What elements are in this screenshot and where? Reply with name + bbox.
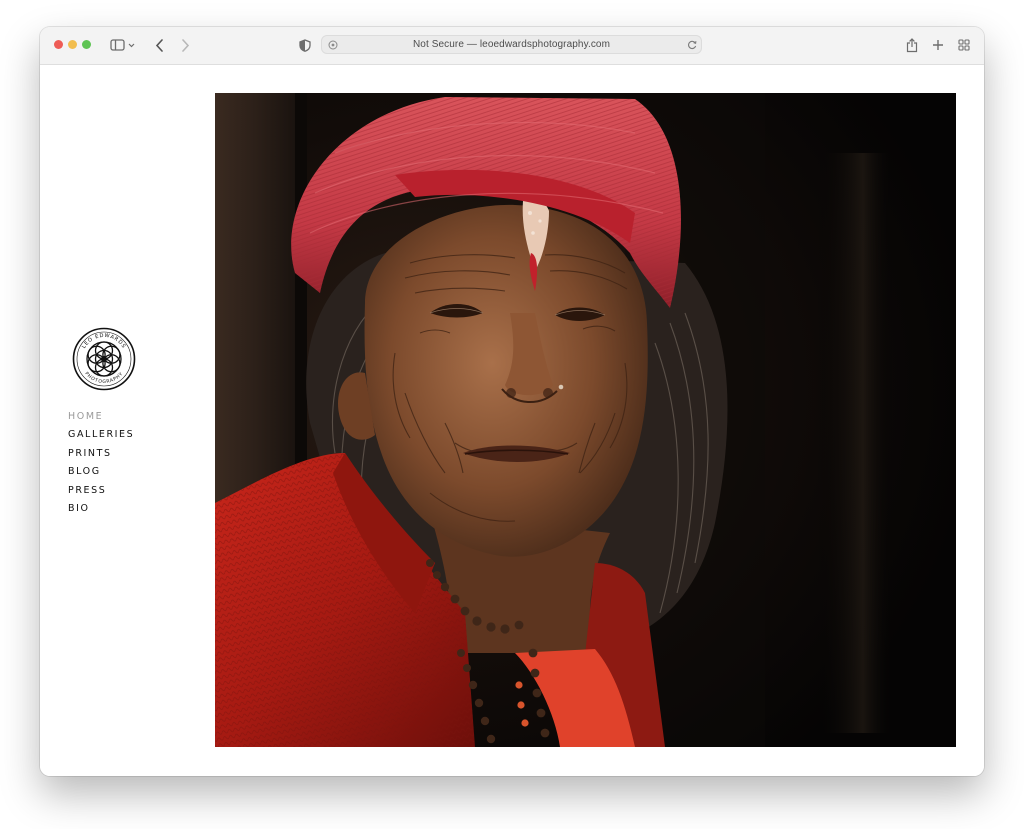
privacy-report-button[interactable] (298, 36, 312, 54)
portrait-image (215, 93, 956, 747)
browser-window: Not Secure — leoedwardsphotography.com L… (40, 27, 984, 776)
chevron-left-icon (155, 38, 163, 52)
nav-press[interactable]: PRESS (68, 482, 134, 500)
minimize-window-button[interactable] (68, 40, 77, 49)
browser-toolbar: Not Secure — leoedwardsphotography.com (40, 27, 984, 65)
plus-icon (933, 40, 943, 50)
hero-photo (215, 93, 956, 747)
nav-galleries[interactable]: GALLERIES (68, 426, 134, 444)
sidebar-icon (110, 39, 135, 51)
nav-prints[interactable]: PRINTS (68, 445, 134, 463)
close-window-button[interactable] (54, 40, 63, 49)
reload-icon (688, 40, 697, 50)
share-icon (906, 37, 918, 52)
main-nav: HOME GALLERIES PRINTS BLOG PRESS BIO (68, 408, 134, 518)
new-tab-button[interactable] (931, 36, 945, 54)
nav-bio[interactable]: BIO (68, 500, 134, 518)
nav-home[interactable]: HOME (68, 408, 134, 426)
shield-icon (299, 38, 311, 52)
tab-overview-button[interactable] (957, 36, 971, 54)
grid-icon (958, 39, 970, 51)
page-content: LEO EDWARDS PHOTOGRAPHY HOME GALLERIES P… (40, 65, 984, 776)
reload-button[interactable] (686, 39, 698, 51)
zoom-window-button[interactable] (82, 40, 91, 49)
nav-blog[interactable]: BLOG (68, 463, 134, 481)
address-text: Not Secure — leoedwardsphotography.com (412, 39, 611, 50)
address-bar[interactable]: Not Secure — leoedwardsphotography.com (321, 35, 702, 54)
flower-of-life-logo-icon: LEO EDWARDS PHOTOGRAPHY (72, 327, 136, 391)
sidebar-toggle-button[interactable] (108, 36, 138, 54)
site-logo[interactable]: LEO EDWARDS PHOTOGRAPHY (72, 327, 136, 391)
chevron-right-icon (181, 38, 189, 52)
forward-button[interactable] (178, 36, 192, 54)
share-button[interactable] (905, 36, 919, 54)
back-button[interactable] (152, 36, 166, 54)
